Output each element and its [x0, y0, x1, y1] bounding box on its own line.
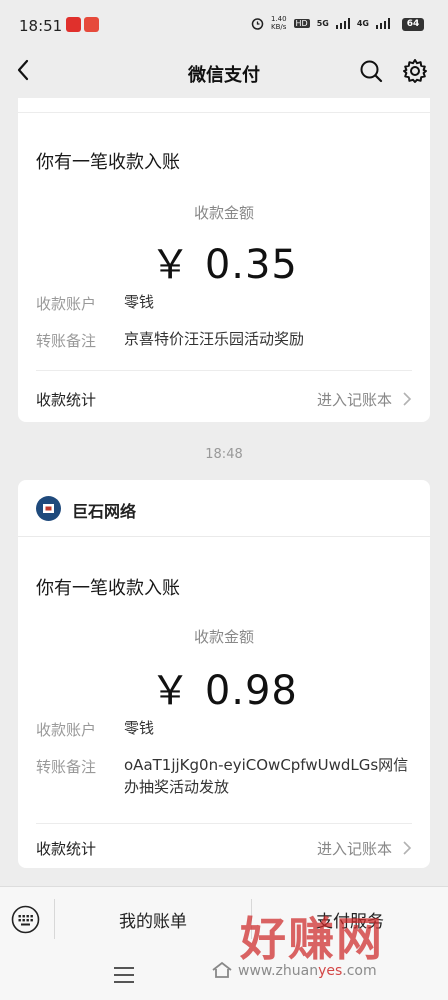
remark-value: oAaT1jjKg0n-eyiCOwCpfwUwdLGs网信办抽奖活动发放: [124, 756, 409, 796]
notice-title: 你有一笔收款入账: [36, 578, 180, 599]
signal-icon: [376, 17, 390, 29]
remark-value: 京喜特价汪汪乐园活动奖励: [124, 330, 305, 348]
my-bill-button[interactable]: 我的账单: [56, 907, 250, 932]
keyboard-icon[interactable]: [11, 905, 40, 934]
stats-row[interactable]: 收款统计 进入记账本: [18, 824, 430, 868]
amount-label: 收款金额: [193, 204, 254, 222]
amount-label: 收款金额: [193, 628, 254, 646]
merchant-header[interactable]: 巨石网络: [18, 480, 430, 537]
net-speed-value: 1.40: [270, 15, 287, 23]
menu-separator: [54, 899, 55, 939]
system-nav-bar: [0, 950, 448, 1000]
app-notification-icon: [84, 17, 99, 32]
signal-icon: [335, 17, 350, 29]
chevron-right-icon: [403, 841, 412, 855]
merchant-name: 巨石网络: [72, 502, 137, 521]
notice-title: 你有一笔收款入账: [36, 152, 180, 173]
nav-bar: 微信支付: [0, 46, 448, 98]
merchant-logo: [36, 496, 61, 521]
stats-label: 收款统计: [36, 391, 97, 409]
ledger-link[interactable]: 进入记账本: [317, 838, 392, 859]
amount-value: ￥ 0.98: [150, 668, 298, 714]
remark-label: 转账备注: [36, 332, 97, 350]
hd-badge: HD: [293, 18, 310, 28]
payment-notice-card: 巨石网络 你有一笔收款入账 收款金额 ￥ 0.98 收款账户 零钱 转账备注 o…: [18, 480, 430, 868]
account-label: 收款账户: [36, 721, 97, 739]
gear-icon[interactable]: [402, 58, 428, 84]
payment-notice-card: 你有一笔收款入账 收款金额 ￥ 0.35 收款账户 零钱 转账备注 京喜特价汪汪…: [18, 98, 430, 422]
net-5g: 5G: [316, 18, 329, 28]
net-speed: 1.40 KB/s: [271, 15, 287, 31]
account-value: 零钱: [124, 293, 155, 311]
search-icon[interactable]: [359, 59, 383, 83]
chevron-right-icon: [403, 392, 412, 406]
status-indicators: 1.40 KB/s HD 5G 4G: [251, 15, 390, 31]
account-value: 零钱: [124, 719, 155, 737]
status-bar: 18:51 1.40 KB/s HD 5G 4G 64: [0, 0, 448, 46]
stats-row[interactable]: 收款统计 进入记账本: [18, 371, 430, 422]
stats-label: 收款统计: [36, 840, 97, 858]
net-4g: 4G: [356, 18, 369, 28]
ledger-link[interactable]: 进入记账本: [317, 389, 392, 410]
menu-icon[interactable]: [114, 966, 134, 984]
battery-indicator: 64: [402, 18, 424, 31]
net-speed-unit: KB/s: [271, 23, 287, 31]
app-notification-icon: [66, 17, 81, 32]
pay-service-button[interactable]: 支付服务: [252, 907, 448, 932]
account-label: 收款账户: [36, 295, 97, 313]
alarm-icon: [251, 17, 264, 30]
bottom-menu-bar: 我的账单 支付服务: [0, 886, 448, 951]
status-time: 18:51: [19, 17, 63, 35]
message-timestamp: 18:48: [205, 447, 243, 462]
remark-label: 转账备注: [36, 758, 97, 776]
amount-value: ￥ 0.35: [150, 242, 298, 288]
card-divider: [18, 112, 430, 113]
